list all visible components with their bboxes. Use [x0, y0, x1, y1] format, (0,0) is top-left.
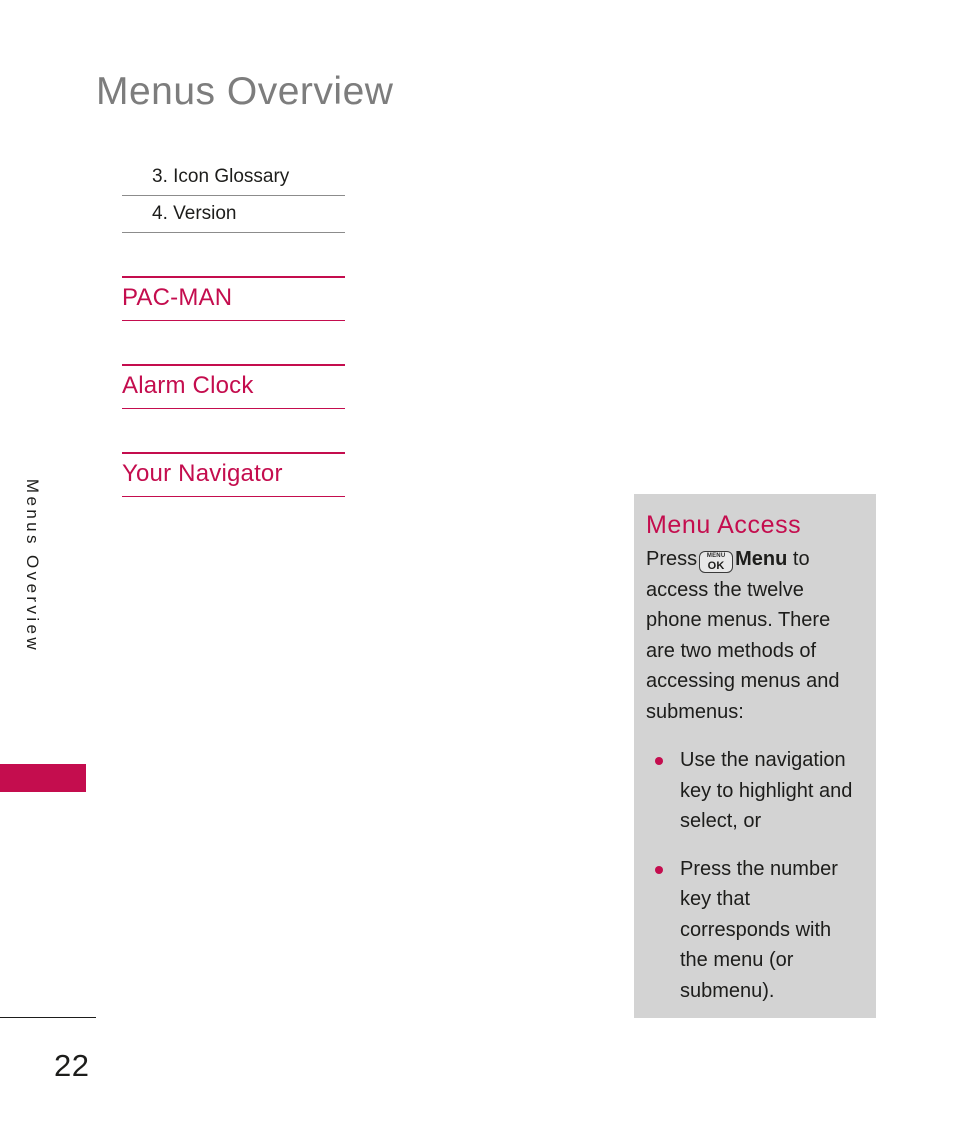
section-heading-label: Alarm Clock [122, 372, 254, 399]
page-number: 22 [54, 1048, 90, 1083]
menu-ok-key-icon: MENU OK [699, 551, 734, 573]
paragraph-lead-text: Press [646, 548, 698, 570]
section-heading-label: Your Navigator [122, 460, 283, 487]
footer-divider [0, 1017, 96, 1018]
list-item: 3. Icon Glossary [122, 164, 345, 196]
paragraph-trailing-text: to access the twelve phone menus. There … [646, 548, 840, 723]
bullet-dot-icon [655, 757, 663, 765]
paragraph-bold-word: Menu [735, 548, 788, 570]
list-item: 4. Version [122, 196, 345, 233]
section-alarm-clock: Alarm Clock [122, 364, 345, 409]
running-head-label: Menus Overview [23, 478, 42, 654]
menu-access-callout: Menu Access Press MENU OK Menu to access th… [634, 494, 876, 1018]
callout-bullet-list: Use the navigation key to highlight and … [646, 745, 860, 1006]
continued-menu-list: 3. Icon Glossary 4. Version [122, 164, 345, 233]
running-head: Menus Overview [23, 479, 58, 766]
list-item: Use the navigation key to highlight and … [646, 745, 860, 837]
key-bottom-label: OK [707, 560, 725, 572]
page-title: Menus Overview [96, 70, 394, 113]
callout-paragraph: Press MENU OK Menu to access the twelve pho… [646, 544, 860, 727]
key-top-label: MENU [706, 553, 726, 559]
chapter-edge-tab [0, 764, 86, 792]
content-column: 3. Icon Glossary 4. Version PAC-MAN Alar… [122, 164, 345, 497]
bullet-text: Use the navigation key to highlight and … [680, 749, 853, 832]
section-your-navigator: Your Navigator [122, 452, 345, 497]
list-item: Press the number key that corresponds wi… [646, 854, 860, 1007]
bullet-dot-icon [655, 865, 663, 874]
section-pac-man: PAC-MAN [122, 276, 345, 321]
callout-title: Menu Access [646, 511, 802, 539]
section-heading-label: PAC-MAN [122, 284, 233, 311]
bullet-text: Press the number key that corresponds wi… [680, 857, 838, 1002]
